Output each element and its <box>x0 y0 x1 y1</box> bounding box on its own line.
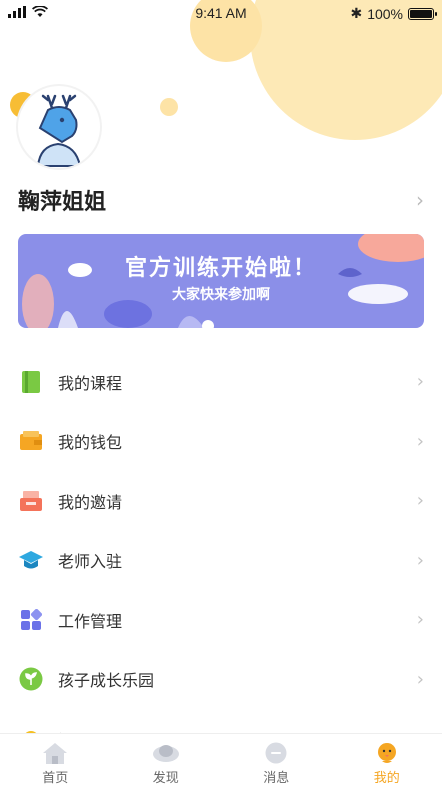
home-icon <box>43 742 68 764</box>
tab-messages[interactable]: 消息 <box>221 734 332 792</box>
tab-label: 消息 <box>263 770 290 786</box>
tab-label: 发现 <box>152 770 179 786</box>
chevron-right-icon: › <box>416 668 424 690</box>
decor-dot <box>160 98 178 116</box>
grid-icon <box>18 607 44 633</box>
tab-mine[interactable]: 我的 <box>332 734 442 792</box>
menu-item-courses[interactable]: 我的课程 › <box>0 352 442 412</box>
menu-item-label: 我的钱包 <box>58 433 123 453</box>
status-right: ✱ 100% <box>350 5 437 22</box>
promo-banner[interactable]: 官方训练开始啦！ 大家快来参加啊 <box>18 234 424 328</box>
menu-item-label: 老师入驻 <box>58 552 123 572</box>
status-bar: 9:41 AM ✱ 100% <box>0 0 442 28</box>
profile-row[interactable]: 鞠萍姐姐 › <box>18 182 424 218</box>
invite-icon <box>18 488 44 514</box>
tab-discover[interactable]: 发现 <box>111 734 222 792</box>
avatar[interactable] <box>18 86 100 168</box>
chevron-right-icon: › <box>416 371 424 393</box>
menu-item-label: 工作管理 <box>58 611 123 631</box>
menu-item-invite[interactable]: 我的邀请 › <box>0 471 442 531</box>
battery-percent: 100% <box>367 5 403 22</box>
tab-label: 我的 <box>373 770 400 786</box>
sprout-icon <box>18 666 44 692</box>
message-icon <box>265 742 287 763</box>
profile-icon <box>377 742 396 763</box>
battery-icon <box>408 7 437 20</box>
menu-item-work-management[interactable]: 工作管理 › <box>0 590 442 650</box>
menu-item-label: 孩子成长乐园 <box>58 671 155 691</box>
wallet-icon <box>18 428 44 454</box>
bluetooth-icon: ✱ <box>350 5 363 21</box>
tab-bar: 首页 发现 消息 我的 <box>0 733 442 792</box>
menu-item-label: 我的邀请 <box>58 492 123 512</box>
profile-name: 鞠萍姐姐 <box>18 190 107 215</box>
menu-item-label: 我的课程 <box>58 373 123 393</box>
tab-label: 首页 <box>42 770 69 786</box>
tab-home[interactable]: 首页 <box>0 734 111 792</box>
discover-icon <box>152 744 179 762</box>
menu-item-wallet[interactable]: 我的钱包 › <box>0 412 442 472</box>
menu-list: 我的课程 › 我的钱包 › 我的邀请 › 老师入驻 › 工作管理 › 孩子成长乐… <box>0 352 442 769</box>
chevron-right-icon: › <box>416 430 424 452</box>
chevron-right-icon: › <box>416 549 424 571</box>
deer-avatar-icon <box>36 94 82 167</box>
menu-item-teacher-join[interactable]: 老师入驻 › <box>0 531 442 591</box>
graduation-cap-icon <box>18 547 44 573</box>
menu-item-kids-park[interactable]: 孩子成长乐园 › <box>0 650 442 710</box>
chevron-right-icon: › <box>416 188 424 212</box>
banner-subtitle: 大家快来参加啊 <box>172 287 270 303</box>
chevron-right-icon: › <box>416 490 424 512</box>
book-icon <box>18 369 44 395</box>
chevron-right-icon: › <box>416 609 424 631</box>
banner-title: 官方训练开始啦！ <box>124 256 317 281</box>
